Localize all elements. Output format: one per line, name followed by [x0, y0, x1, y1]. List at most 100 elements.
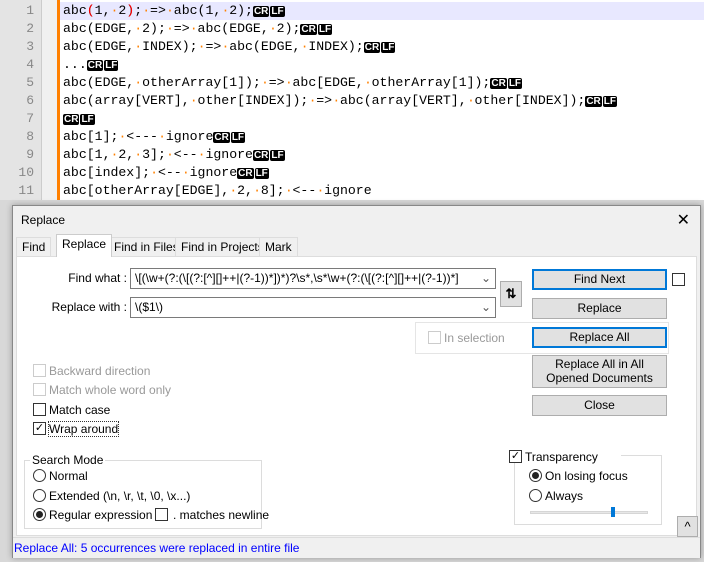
- code-line[interactable]: abc[index]; <-- ignoreCRLFabc[index];·<-…: [63, 164, 270, 182]
- code-line[interactable]: abc[1, 2, 3]; <-- ignoreCRLFabc[1,·2,·3]…: [63, 146, 286, 164]
- in-selection-label: In selection: [444, 331, 505, 345]
- eol-marker: LF: [317, 24, 333, 35]
- tab-find-in-projects[interactable]: Find in Projects: [175, 237, 270, 257]
- wrap-around-checkbox[interactable]: ✓: [33, 422, 46, 435]
- backward-direction-label: Backward direction: [49, 364, 151, 378]
- eol-marker: CR: [252, 6, 270, 17]
- eol-marker: CR: [300, 24, 317, 35]
- find-next-extra-checkbox[interactable]: [672, 273, 685, 286]
- line-number: 6: [26, 93, 34, 108]
- eol-marker: CR: [363, 42, 381, 53]
- eol-marker: CR: [490, 78, 507, 89]
- replace-button[interactable]: Replace: [532, 298, 667, 319]
- extended-radio[interactable]: [33, 489, 46, 502]
- transparency-slider-track[interactable]: [530, 511, 648, 514]
- line-number: 1: [26, 3, 34, 18]
- whole-word-checkbox[interactable]: [33, 383, 46, 396]
- eol-marker: LF: [270, 150, 285, 161]
- transparency-slider-thumb[interactable]: [610, 507, 615, 517]
- tab-find[interactable]: Find: [16, 237, 52, 257]
- eol-marker: LF: [270, 6, 285, 17]
- tab-replace[interactable]: Replace: [56, 234, 113, 257]
- line-number: 4: [26, 57, 34, 72]
- extended-label: Extended (\n, \r, \t, \0, \x...): [49, 489, 191, 503]
- code-line-text: abc(EDGE, INDEX); => abc(EDGE, INDEX);: [63, 39, 364, 54]
- code-line-text: abc[1]; <--- ignore: [63, 129, 214, 144]
- eol-marker: CR: [585, 96, 602, 107]
- code-line[interactable]: abc(EDGE, INDEX); => abc(EDGE, INDEX);CR…: [63, 38, 396, 56]
- status-message: Replace All: 5 occurrences were replaced…: [13, 537, 700, 558]
- swap-arrows-icon[interactable]: ⇅: [500, 281, 522, 307]
- search-mode-title: Search Mode: [30, 453, 106, 467]
- replace-with-input[interactable]: \($1\) ⌄: [130, 297, 496, 318]
- code-line-text: abc(EDGE, otherArray[1]); => abc[EDGE, o…: [63, 75, 491, 90]
- line-number: 5: [26, 75, 34, 90]
- code-line-text: abc[otherArray[EDGE], 2, 8]; <-- ignore: [63, 183, 372, 198]
- eol-marker: LF: [254, 168, 269, 179]
- line-number: 10: [18, 165, 34, 180]
- replace-with-value: \($1\): [135, 300, 164, 314]
- eol-marker: CR: [63, 114, 80, 125]
- find-next-button[interactable]: Find Next: [532, 269, 667, 290]
- dot-newline-label: . matches newline: [173, 508, 270, 522]
- regex-label: Regular expression: [49, 508, 153, 522]
- code-line[interactable]: abc(EDGE, otherArray[1]); => abc[EDGE, o…: [63, 74, 523, 92]
- replace-all-button[interactable]: Replace All: [532, 327, 667, 348]
- code-line[interactable]: abc(array[VERT], other[INDEX]); => abc(a…: [63, 92, 618, 110]
- match-case-checkbox[interactable]: [33, 403, 46, 416]
- caret-up-icon[interactable]: ^: [677, 516, 698, 537]
- eol-marker: LF: [602, 96, 617, 107]
- code-line[interactable]: abc(EDGE, 2); => abc(EDGE, 2);CRLFabc(ED…: [63, 20, 333, 38]
- eol-marker: CR: [237, 168, 254, 179]
- line-number: 8: [26, 129, 34, 144]
- code-line[interactable]: abc(1, 2); => abc(1, 2);CRLFabc(1,·2);·=…: [63, 2, 286, 20]
- code-line-text: abc(1, 2); => abc(1, 2);: [63, 3, 253, 18]
- replace-dialog: Replace ✕ Find Replace Find in Files Fin…: [12, 205, 701, 558]
- on-losing-focus-radio[interactable]: [529, 469, 542, 482]
- replace-panel: Find what : \[(\w+(?:(\[(?:[^][]++|(?-1)…: [16, 256, 698, 537]
- backward-direction-checkbox[interactable]: [33, 364, 46, 377]
- always-radio[interactable]: [529, 489, 542, 502]
- dialog-title: Replace: [21, 213, 66, 227]
- find-what-input[interactable]: \[(\w+(?:(\[(?:[^][]++|(?-1))*])*)?\s*,\…: [130, 268, 496, 289]
- code-line[interactable]: ...CRLF...: [63, 56, 119, 74]
- code-line[interactable]: abc[otherArray[EDGE], 2, 8]; <-- ignorea…: [63, 182, 372, 200]
- in-selection-checkbox[interactable]: [428, 331, 441, 344]
- eol-marker: CR: [213, 132, 230, 143]
- normal-label: Normal: [49, 469, 88, 483]
- tab-mark[interactable]: Mark: [259, 237, 298, 257]
- code-line[interactable]: CR LF: [63, 110, 96, 128]
- wrap-around-label: Wrap around: [47, 421, 120, 437]
- regex-radio[interactable]: [33, 508, 46, 521]
- eol-marker: LF: [381, 42, 396, 53]
- replace-with-label: Replace with :: [51, 300, 127, 314]
- normal-radio[interactable]: [33, 469, 46, 482]
- code-line-text: abc(array[VERT], other[INDEX]); => abc(a…: [63, 93, 586, 108]
- tab-find-in-files[interactable]: Find in Files: [108, 237, 185, 257]
- change-history-bar: [57, 0, 60, 200]
- code-line-text: abc[index]; <-- ignore: [63, 165, 238, 180]
- eol-marker: CR: [86, 60, 104, 71]
- chevron-down-icon[interactable]: ⌄: [481, 269, 491, 288]
- match-case-label: Match case: [49, 403, 111, 417]
- code-line-text: ...: [63, 57, 87, 72]
- transparency-checkbox[interactable]: ✓: [509, 450, 522, 463]
- close-button[interactable]: Close: [532, 395, 667, 416]
- chevron-down-icon[interactable]: ⌄: [481, 298, 491, 317]
- find-what-label: Find what :: [68, 271, 127, 285]
- replace-all-opened-button[interactable]: Replace All in All Opened Documents: [532, 355, 667, 388]
- line-number: 2: [26, 21, 34, 36]
- eol-marker: LF: [230, 132, 246, 143]
- close-icon[interactable]: ✕: [677, 210, 690, 230]
- code-line-text: abc(EDGE, 2); => abc(EDGE, 2);: [63, 21, 301, 36]
- editor[interactable]: 1 abc(1, 2); => abc(1, 2);CRLFabc(1,·2);·…: [0, 0, 704, 200]
- eol-marker: CR: [252, 150, 270, 161]
- dot-newline-checkbox[interactable]: [155, 508, 168, 521]
- line-number: 7: [26, 111, 34, 126]
- eol-marker: LF: [104, 60, 119, 71]
- eol-marker: LF: [507, 78, 523, 89]
- code-line[interactable]: abc[1]; <--- ignoreCRLFabc[1];·<---·igno…: [63, 128, 246, 146]
- on-losing-focus-label: On losing focus: [545, 469, 628, 483]
- whole-word-label: Match whole word only: [49, 383, 172, 397]
- eol-marker: LF: [80, 114, 95, 125]
